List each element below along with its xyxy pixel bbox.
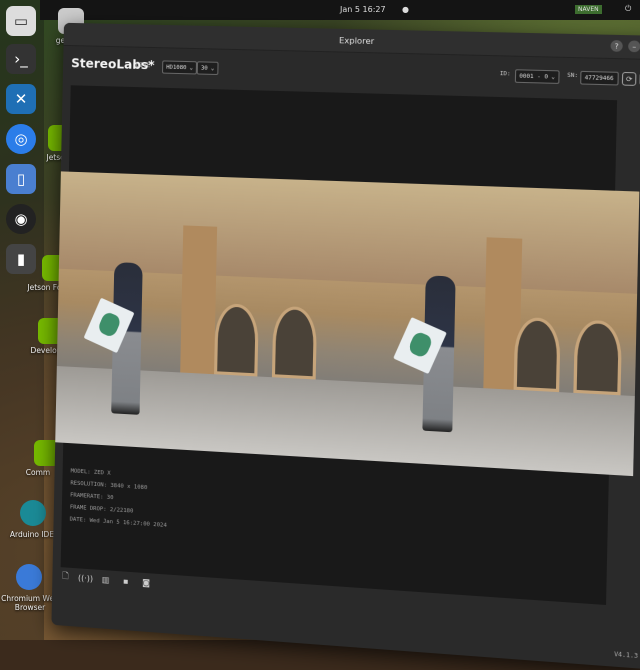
sd-card-icon[interactable]: ▥: [101, 574, 111, 586]
serial-number-field[interactable]: 47729466: [580, 70, 619, 86]
explorer-window: Explorer ? – × StereoLabs* LIVE HD1080 ⌄…: [51, 22, 640, 670]
window-controls: ? – ×: [610, 40, 640, 53]
file-icon[interactable]: 🗋: [60, 571, 70, 583]
column: [180, 224, 218, 378]
video-viewer: MODEL: ZED X RESOLUTION: 3840 x 1080 FRA…: [51, 85, 640, 606]
fps-select[interactable]: 30 ⌄: [196, 61, 219, 76]
broadcast-icon[interactable]: ((·)): [78, 573, 93, 585]
camera-id-value: 0001 - 0: [519, 72, 549, 80]
video-format-icon[interactable]: ▪: [121, 575, 131, 587]
archway: [513, 316, 561, 393]
camera-info: MODEL: ZED X RESOLUTION: 3840 x 1080 FRA…: [70, 465, 168, 532]
serial-number-value: 47729466: [584, 74, 614, 82]
version-label: V4.1.3: [614, 650, 639, 660]
chevron-down-icon: ⌄: [551, 73, 556, 81]
camera-icon[interactable]: ◙: [141, 577, 151, 589]
floor: [51, 366, 336, 459]
refresh-icon[interactable]: ⟳: [621, 71, 637, 86]
record-dot-icon: ●: [402, 5, 409, 14]
minimize-icon[interactable]: –: [628, 40, 640, 53]
left-eye-image: [51, 171, 340, 459]
archway: [573, 319, 622, 396]
archway: [214, 302, 260, 377]
fps-value: 30: [200, 64, 208, 72]
bottom-toolbar: 🗋 ((·)) ▥ ▪ ◙: [60, 571, 151, 588]
clock[interactable]: Jan 5 16:27: [340, 5, 386, 14]
chevron-down-icon: ⌄: [189, 64, 194, 71]
user-badge[interactable]: NAVEN: [575, 5, 602, 14]
id-label: ID:: [499, 70, 511, 78]
live-label: LIVE: [135, 61, 151, 70]
resolution-select[interactable]: HD1080 ⌄: [161, 60, 198, 75]
stereo-image: [51, 171, 640, 477]
help-icon[interactable]: ?: [610, 40, 623, 52]
camera-id-select[interactable]: 0001 - 0 ⌄: [514, 69, 560, 84]
power-icon[interactable]: ⏻: [625, 4, 631, 14]
window-title: Explorer: [338, 35, 375, 46]
archway: [271, 305, 318, 380]
resolution-value: HD1080: [166, 64, 187, 71]
window-transform: Explorer ? – × StereoLabs* LIVE HD1080 ⌄…: [12, 8, 640, 670]
chevron-down-icon: ⌄: [210, 65, 215, 72]
floor: [333, 380, 635, 477]
sn-label: SN:: [567, 72, 579, 80]
right-eye-image: [333, 181, 640, 477]
